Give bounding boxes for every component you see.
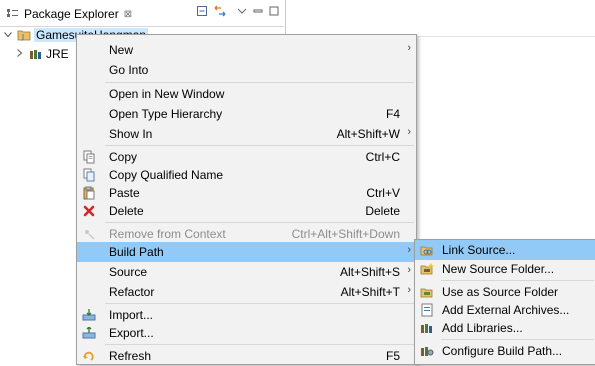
jre-label: JRE <box>46 47 69 61</box>
submenu-item-label: Add Libraries... <box>442 321 523 335</box>
submenu-arrow-icon: › <box>407 264 411 276</box>
close-tab-icon[interactable]: ⊠ <box>124 9 132 20</box>
submenu-item-add-libraries[interactable]: Add Libraries... <box>415 318 595 338</box>
menu-item-label: Open Type Hierarchy <box>109 107 223 121</box>
menu-item-open-type-hierarchy[interactable]: Open Type Hierarchy F4 <box>77 104 416 124</box>
java-project-icon: J <box>17 29 31 41</box>
menu-item-shortcut: Alt+Shift+S <box>339 265 400 279</box>
submenu-arrow-icon: › <box>407 244 411 256</box>
menu-separator <box>105 303 414 304</box>
submenu-item-link-source[interactable]: Link Source... <box>415 240 595 260</box>
link-with-editor-icon[interactable] <box>213 4 227 18</box>
submenu-item-add-external-archives[interactable]: Add External Archives... <box>415 300 595 320</box>
paste-icon <box>81 185 97 201</box>
menu-item-label: Remove from Context <box>109 227 226 241</box>
chevron-down-icon[interactable] <box>2 30 14 41</box>
menu-item-source[interactable]: Source Alt+Shift+S › <box>77 262 416 282</box>
menu-item-shortcut: Alt+Shift+T <box>340 285 400 299</box>
minimize-icon[interactable] <box>251 4 265 18</box>
submenu-arrow-icon: › <box>407 42 411 54</box>
menu-item-copy[interactable]: Copy Ctrl+C <box>77 147 416 167</box>
menu-item-shortcut: F4 <box>385 107 400 121</box>
submenu-arrow-icon: › <box>407 126 411 138</box>
add-libraries-icon <box>419 320 435 336</box>
use-as-source-folder-icon <box>419 284 435 300</box>
menu-item-label: Refactor <box>109 285 155 299</box>
copy-icon <box>81 149 97 165</box>
submenu-item-label: Configure Build Path... <box>442 344 563 358</box>
menu-item-shortcut: Alt+Shift+W <box>336 127 400 141</box>
menu-item-refactor[interactable]: Refactor Alt+Shift+T › <box>77 282 416 302</box>
menu-item-shortcut: Ctrl+V <box>366 186 400 200</box>
new-source-folder-icon <box>419 261 435 277</box>
menu-item-label: Open in New Window <box>109 87 225 101</box>
package-explorer-icon <box>6 7 20 21</box>
collapse-all-icon[interactable] <box>195 4 209 18</box>
menu-item-remove-from-context[interactable]: Remove from Context Ctrl+Alt+Shift+Down <box>77 224 416 244</box>
build-path-submenu: Link Source... New Source Folder... Use … <box>414 239 595 365</box>
menu-separator <box>105 222 414 223</box>
submenu-item-configure-build-path[interactable]: Configure Build Path... <box>415 341 595 361</box>
submenu-item-label: Link Source... <box>442 243 516 257</box>
remove-from-context-icon <box>81 226 97 242</box>
library-icon <box>29 48 43 60</box>
menu-item-label: Delete <box>109 204 144 218</box>
export-icon <box>81 325 97 341</box>
delete-icon <box>81 203 97 219</box>
menu-item-import[interactable]: Import... <box>77 305 416 325</box>
submenu-arrow-icon: › <box>407 284 411 296</box>
menu-item-shortcut: Delete <box>365 204 400 218</box>
menu-item-copy-qualified-name[interactable]: Copy Qualified Name <box>77 165 416 185</box>
submenu-item-label: Use as Source Folder <box>442 285 559 299</box>
menu-item-refresh[interactable]: Refresh F5 <box>77 346 416 366</box>
refresh-icon <box>81 348 97 364</box>
menu-item-open-in-new-window[interactable]: Open in New Window <box>77 84 416 104</box>
menu-item-go-into[interactable]: Go Into <box>77 60 416 80</box>
menu-item-show-in[interactable]: Show In Alt+Shift+W › <box>77 124 416 144</box>
menu-item-label: Copy Qualified Name <box>109 168 224 182</box>
view-tab-bar: Package Explorer ⊠ <box>0 0 284 27</box>
menu-item-paste[interactable]: Paste Ctrl+V <box>77 183 416 203</box>
menu-item-label: Build Path <box>109 245 164 259</box>
submenu-item-label: Add External Archives... <box>442 303 570 317</box>
link-source-icon <box>419 242 435 258</box>
menu-item-shortcut: Ctrl+Alt+Shift+Down <box>291 227 400 241</box>
tree-row-jre[interactable]: JRE <box>14 45 69 63</box>
menu-item-shortcut: Ctrl+C <box>365 150 400 164</box>
context-menu: New › Go Into Open in New Window Open Ty… <box>76 34 417 365</box>
menu-item-label: Source <box>109 265 148 279</box>
maximize-icon[interactable] <box>267 4 281 18</box>
menu-item-new[interactable]: New › <box>77 40 416 60</box>
menu-item-label: Export... <box>109 326 154 340</box>
chevron-right-icon[interactable] <box>14 48 26 60</box>
menu-item-label: New <box>109 43 134 57</box>
menu-item-export[interactable]: Export... <box>77 323 416 343</box>
configure-build-path-icon <box>419 343 435 359</box>
menu-item-label: Refresh <box>109 349 152 363</box>
submenu-item-use-as-source-folder[interactable]: Use as Source Folder <box>415 282 595 302</box>
menu-item-build-path[interactable]: Build Path › <box>77 242 416 262</box>
import-icon <box>81 307 97 323</box>
menu-separator <box>105 82 414 83</box>
menu-item-label: Go Into <box>109 63 149 77</box>
add-external-archives-icon <box>419 302 435 318</box>
view-menu-icon[interactable] <box>235 4 249 18</box>
menu-item-delete[interactable]: Delete Delete <box>77 201 416 221</box>
submenu-item-new-source-folder[interactable]: New Source Folder... <box>415 259 595 279</box>
svg-text:J: J <box>21 33 24 41</box>
menu-item-label: Copy <box>109 150 138 164</box>
submenu-item-label: New Source Folder... <box>442 262 555 276</box>
editor-area-top <box>286 0 595 37</box>
view-title: Package Explorer <box>24 7 119 21</box>
menu-separator <box>105 344 414 345</box>
menu-separator <box>441 339 594 340</box>
menu-separator <box>441 280 594 281</box>
menu-item-label: Paste <box>109 186 140 200</box>
menu-separator <box>105 145 414 146</box>
copy-qualified-name-icon <box>81 167 97 183</box>
menu-item-label: Show In <box>109 127 153 141</box>
menu-item-label: Import... <box>109 308 154 322</box>
menu-item-shortcut: F5 <box>385 349 400 363</box>
